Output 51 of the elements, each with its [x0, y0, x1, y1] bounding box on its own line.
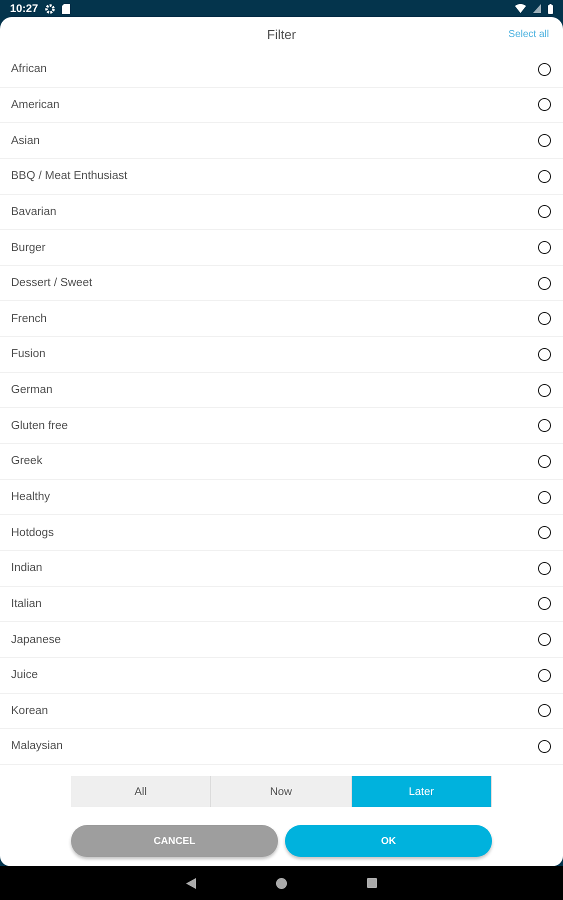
radio-button[interactable] — [538, 98, 551, 112]
filter-option[interactable]: Malaysian — [0, 729, 563, 764]
radio-button[interactable] — [538, 276, 551, 290]
filter-option[interactable]: Hotdogs — [0, 515, 563, 550]
filter-option[interactable]: Japanese — [0, 622, 563, 657]
filter-option[interactable]: Gluten free — [0, 408, 563, 444]
filter-option[interactable]: Dessert / Sweet — [0, 266, 563, 300]
radio-button[interactable] — [538, 134, 551, 148]
back-icon[interactable] — [186, 878, 196, 888]
radio-button[interactable] — [538, 384, 551, 397]
radio-button[interactable] — [538, 526, 551, 540]
filter-option[interactable]: American — [0, 88, 563, 122]
filter-option[interactable]: Bavarian — [0, 194, 563, 230]
filter-option[interactable]: Asian — [0, 123, 563, 158]
home-icon[interactable] — [276, 878, 287, 888]
filter-option[interactable]: Greek — [0, 444, 563, 479]
filter-option[interactable]: Italian — [0, 586, 563, 622]
filter-option[interactable]: Burger — [0, 230, 563, 265]
radio-button[interactable] — [538, 597, 551, 610]
radio-button[interactable] — [538, 419, 551, 432]
radio-button[interactable] — [538, 62, 551, 76]
filter-option[interactable]: Healthy — [0, 480, 563, 514]
filter-option[interactable]: Indian — [0, 550, 563, 586]
segment-tab[interactable]: Now — [211, 776, 352, 807]
radio-button[interactable] — [538, 170, 551, 183]
radio-button[interactable] — [538, 241, 551, 254]
radio-button[interactable] — [538, 562, 551, 575]
radio-button[interactable] — [538, 348, 551, 361]
gear-icon — [45, 4, 56, 14]
radio-button[interactable] — [538, 490, 551, 504]
radio-button[interactable] — [538, 668, 551, 682]
dialog-title: Filter — [267, 27, 296, 42]
radio-button[interactable] — [538, 740, 551, 753]
filter-option[interactable]: German — [0, 372, 563, 408]
filter-option[interactable]: African — [0, 52, 563, 87]
wifi-icon — [515, 4, 526, 13]
battery-icon — [548, 4, 553, 14]
sd-card-icon — [62, 4, 70, 14]
radio-button[interactable] — [538, 312, 551, 326]
signal-icon — [533, 4, 541, 13]
filter-option[interactable]: French — [0, 301, 563, 336]
radio-button[interactable] — [538, 205, 551, 218]
filter-option[interactable]: Korean — [0, 694, 563, 728]
radio-button[interactable] — [538, 633, 551, 646]
segment-tab[interactable]: All — [71, 776, 212, 807]
radio-button[interactable] — [538, 704, 551, 718]
filter-option[interactable]: Fusion — [0, 337, 563, 372]
filter-option[interactable]: Juice — [0, 658, 563, 693]
filter-option[interactable]: BBQ / Meat Enthusiast — [0, 158, 563, 194]
clock-time: 10:27 — [10, 2, 38, 14]
radio-button[interactable] — [538, 454, 551, 468]
